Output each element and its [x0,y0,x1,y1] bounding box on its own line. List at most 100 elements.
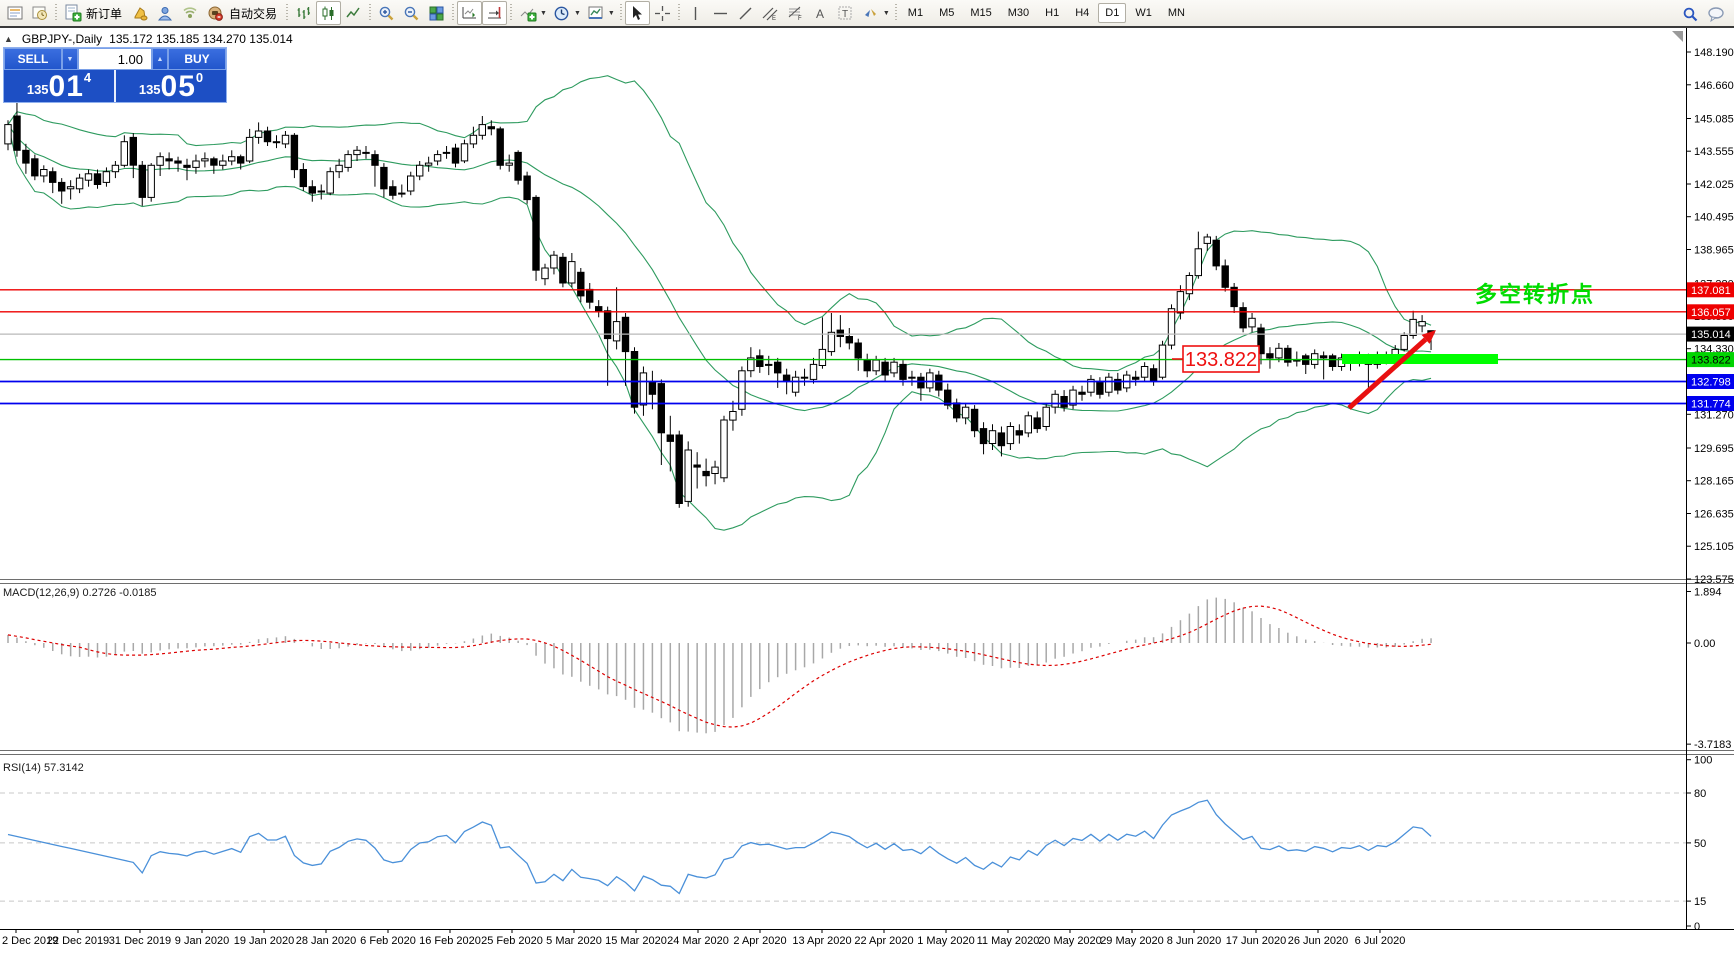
signal-icon[interactable] [178,1,203,25]
candle-chart-type-icon[interactable] [316,1,341,25]
ask-price[interactable]: 135 05 0 [116,70,226,102]
rsi-line [8,800,1431,893]
ask-pip-digit: 0 [196,70,203,85]
svg-text:133.822: 133.822 [1185,349,1257,371]
svg-text:137.081: 137.081 [1691,285,1731,297]
svg-text:133.822: 133.822 [1691,355,1731,367]
chat-icon[interactable] [1703,2,1728,26]
symbol-ohlc: 135.172 135.185 134.270 135.014 [109,32,293,46]
auto-trading-label[interactable]: 自动交易 [229,5,277,22]
zoom-out-icon[interactable] [399,1,424,25]
price-chart-canvas[interactable]: 133.822多空转折点148.190146.660145.085143.555… [0,28,1734,949]
shapes-dropdown-caret[interactable]: ▼ [883,10,890,17]
timeframe-button-m15[interactable]: M15 [963,3,998,23]
trendline-tool-icon[interactable] [733,1,758,25]
timeframe-group: M1M5M15M30H1H4D1W1MN [900,3,1193,23]
svg-text:26 Jun 2020: 26 Jun 2020 [1288,935,1349,947]
channel-tool-icon[interactable]: E [758,1,783,25]
text-tool-icon[interactable]: A [808,1,833,25]
label-tool-icon[interactable]: T [833,1,858,25]
price-badge: 133.822 [1687,352,1734,367]
timeframe-button-m5[interactable]: M5 [932,3,961,23]
svg-text:129.695: 129.695 [1694,443,1734,455]
line-chart-type-icon[interactable] [341,1,366,25]
periods-icon[interactable] [549,1,574,25]
cursor-tool-icon[interactable] [625,1,650,25]
volume-decrease-button[interactable]: ▼ [62,48,78,70]
svg-text:142.025: 142.025 [1694,179,1734,191]
indicators-icon[interactable] [515,1,540,25]
one-click-trade-panel: SELL ▼ 1.00 ▲ BUY 135 01 4 135 05 0 [3,47,227,103]
price-callout-label: 133.822 [1172,346,1259,372]
bar-chart-type-icon[interactable] [291,1,316,25]
new-order-label[interactable]: 新订单 [86,5,122,22]
svg-text:132.798: 132.798 [1691,377,1731,389]
ask-prefix: 135 [139,82,161,97]
svg-text:24 Mar 2020: 24 Mar 2020 [667,935,729,947]
svg-text:8 Jun 2020: 8 Jun 2020 [1167,935,1221,947]
volume-increase-button[interactable]: ▲ [152,48,168,70]
new-order-icon[interactable] [60,1,85,25]
svg-text:2 Apr 2020: 2 Apr 2020 [733,935,786,947]
timeframe-button-m30[interactable]: M30 [1001,3,1036,23]
sell-button[interactable]: SELL [4,48,62,70]
vertical-line-tool-icon[interactable] [683,1,708,25]
timeframe-button-mn[interactable]: MN [1161,3,1192,23]
svg-text:145.085: 145.085 [1694,114,1734,126]
svg-text:20 May 2020: 20 May 2020 [1038,935,1102,947]
svg-text:22 Dec 2019: 22 Dec 2019 [47,935,109,947]
community-user-icon[interactable] [153,1,178,25]
timeframe-button-h1[interactable]: H1 [1038,3,1066,23]
svg-text:140.495: 140.495 [1694,212,1734,224]
symbol-title: GBPJPY-,Daily [22,32,102,46]
svg-text:5 Mar 2020: 5 Mar 2020 [546,935,602,947]
main-toolbar: 新订单 自动交易 ▼ ▼ ▼ [0,0,1734,26]
svg-text:1 May 2020: 1 May 2020 [917,935,974,947]
alert-icon[interactable] [128,1,153,25]
templates-icon[interactable] [583,1,608,25]
auto-scroll-icon[interactable] [457,1,482,25]
svg-text:25 Feb 2020: 25 Feb 2020 [481,935,543,947]
price-badge: 137.081 [1687,282,1734,297]
svg-text:E: E [772,16,776,21]
svg-text:100: 100 [1694,755,1712,767]
zoom-in-icon[interactable] [374,1,399,25]
fibonacci-tool-icon[interactable]: F [783,1,808,25]
templates-dropdown-caret[interactable]: ▼ [608,10,615,17]
svg-text:15 Mar 2020: 15 Mar 2020 [605,935,667,947]
timeframe-button-m1[interactable]: M1 [901,3,930,23]
chart-area: 133.822多空转折点148.190146.660145.085143.555… [0,28,1734,949]
periods-dropdown-caret[interactable]: ▼ [574,10,581,17]
svg-text:80: 80 [1694,788,1706,800]
svg-text:19 Jan 2020: 19 Jan 2020 [234,935,295,947]
turning-point-annotation: 多空转折点 [1475,282,1595,307]
auto-trading-icon[interactable] [203,1,228,25]
indicators-dropdown-caret[interactable]: ▼ [540,10,547,17]
mt4-terminal: { "toolbar": { "new_order_label": "新订单",… [0,0,1734,949]
horizontal-line-tool-icon[interactable] [708,1,733,25]
tile-windows-icon[interactable] [424,1,449,25]
volume-input[interactable]: 1.00 [78,48,152,70]
timeframe-button-d1[interactable]: D1 [1098,3,1126,23]
timeframe-button-h4[interactable]: H4 [1068,3,1096,23]
svg-text:11 May 2020: 11 May 2020 [977,935,1040,947]
chart-shift-icon[interactable] [482,1,507,25]
time-axis: 2 Dec 201922 Dec 201931 Dec 20199 Jan 20… [2,929,1405,947]
search-icon[interactable] [1678,2,1703,26]
svg-text:17 Jun 2020: 17 Jun 2020 [1226,935,1287,947]
charts-toolbar-icon[interactable] [2,1,27,25]
trend-arrow [1349,330,1436,408]
svg-text:123.575: 123.575 [1694,574,1734,586]
rsi-indicator-label: RSI(14) 57.3142 [3,762,84,774]
svg-text:1.894: 1.894 [1694,586,1722,598]
crosshair-tool-icon[interactable] [650,1,675,25]
svg-text:29 May 2020: 29 May 2020 [1100,935,1164,947]
scroll-marker-icon [1672,31,1683,42]
profiles-icon[interactable] [27,1,52,25]
timeframe-button-w1[interactable]: W1 [1128,3,1159,23]
bid-price[interactable]: 135 01 4 [4,70,116,102]
one-click-collapse-icon[interactable]: ▲ [4,34,13,44]
shapes-tool-icon[interactable] [858,1,883,25]
buy-button[interactable]: BUY [168,48,226,70]
candles-layer [5,69,1434,508]
